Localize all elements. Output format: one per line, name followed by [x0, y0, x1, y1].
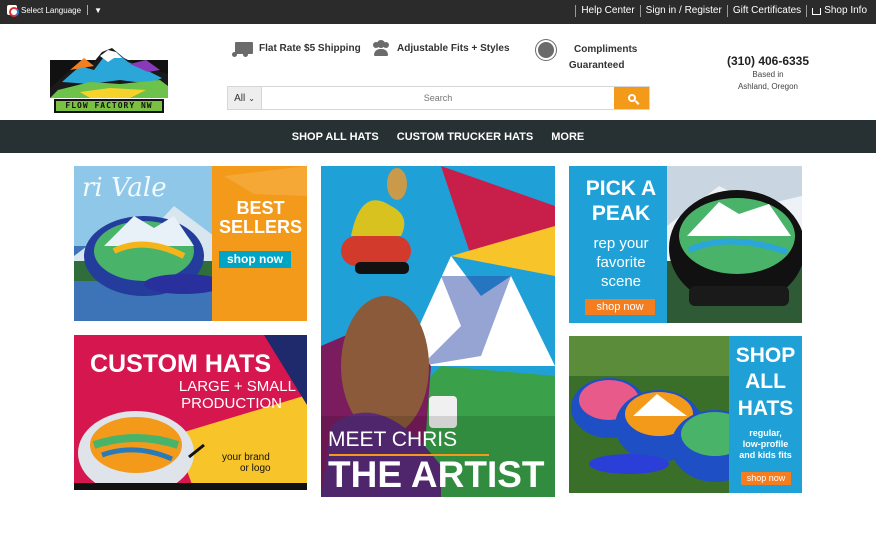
- custom-hats-banner[interactable]: CUSTOM HATS LARGE + SMALL PRODUCTION you…: [74, 335, 307, 490]
- shop-all-sub1: regular,: [749, 428, 782, 438]
- shop-all-hats-banner[interactable]: SHOP ALL HATS regular, low-profile and k…: [569, 336, 802, 493]
- chevron-down-icon: ⌄: [248, 93, 255, 103]
- pick-a-peak-line1: PICK A: [585, 177, 657, 200]
- meet-chris-line2: THE ARTIST: [328, 454, 545, 495]
- best-sellers-banner[interactable]: ri Vale BEST SELLERS shop now: [74, 166, 307, 321]
- best-sellers-shop-button[interactable]: shop now: [219, 251, 291, 268]
- main-nav: SHOP ALL HATS CUSTOM TRUCKER HATS MORE: [0, 120, 876, 153]
- chevron-down-icon: ▼: [94, 5, 102, 15]
- pick-a-peak-sub2: favorite: [596, 254, 646, 271]
- sign-in-link[interactable]: Sign in / Register: [639, 5, 727, 17]
- site-logo[interactable]: FLOW FACTORY NW: [50, 44, 168, 121]
- location-line-2: Ashland, Oregon: [737, 82, 799, 91]
- nav-item-custom-trucker-hats[interactable]: CUSTOM TRUCKER HATS: [397, 131, 533, 143]
- custom-hats-sub1: LARGE + SMALL: [178, 378, 296, 395]
- best-sellers-line2: SELLERS: [218, 217, 302, 237]
- best-sellers-line1: BEST: [236, 198, 285, 218]
- location-line-1: Based in: [752, 70, 784, 79]
- google-translate-icon: [7, 5, 19, 17]
- custom-hats-note1: your brand: [222, 452, 270, 463]
- feature-compliments: Compliments Guaranteed: [538, 42, 637, 74]
- nav-item-more[interactable]: MORE: [551, 131, 584, 143]
- search-input[interactable]: [262, 87, 614, 109]
- hat-lake-photo: ri Vale: [74, 166, 307, 321]
- pick-a-peak-shop-button[interactable]: shop now: [585, 299, 655, 315]
- badge-icon: [538, 42, 554, 58]
- meet-chris-line1: MEET CHRIS: [328, 428, 458, 451]
- shop-all-sub2: low-profile: [742, 439, 789, 449]
- shop-all-shop-button[interactable]: shop now: [741, 472, 791, 485]
- shop-all-line3: HATS: [737, 397, 794, 420]
- logo-mountain-image: [50, 48, 168, 98]
- contact-info: (310) 406-6335 Based in Ashland, Oregon: [720, 54, 816, 93]
- shop-all-sub3: and kids fits: [739, 450, 792, 460]
- custom-hats-sub2: PRODUCTION: [181, 395, 282, 412]
- custom-hats-title: CUSTOM HATS: [90, 350, 272, 378]
- shop-all-line1: SHOP: [735, 344, 796, 367]
- site-header: FLOW FACTORY NW Flat Rate $5 Shipping Ad…: [0, 24, 876, 120]
- search-bar: All ⌄: [227, 86, 650, 110]
- shop-info-link[interactable]: Shop Info: [806, 5, 872, 17]
- pick-a-peak-banner[interactable]: PICK A PEAK rep your favorite scene shop…: [569, 166, 802, 323]
- pick-a-peak-sub1: rep your: [593, 235, 649, 252]
- shop-all-line2: ALL: [745, 370, 786, 393]
- help-center-link[interactable]: Help Center: [575, 5, 639, 17]
- top-utility-bar: Select Language ▼ Help Center Sign in / …: [0, 0, 876, 24]
- logo-text: FLOW FACTORY NW: [54, 99, 164, 113]
- pick-a-peak-line2: PEAK: [591, 202, 651, 225]
- users-icon: [371, 40, 391, 56]
- pick-a-peak-sub3: scene: [600, 273, 642, 290]
- feature-shipping: Flat Rate $5 Shipping: [232, 42, 361, 57]
- svg-text:ri Vale: ri Vale: [82, 173, 167, 203]
- nav-item-shop-all-hats[interactable]: SHOP ALL HATS: [292, 131, 379, 143]
- truck-icon: [232, 42, 253, 57]
- language-selector[interactable]: Select Language ▼: [7, 5, 102, 17]
- phone-number[interactable]: (310) 406-6335: [720, 54, 816, 68]
- feature-fits: Adjustable Fits + Styles: [371, 40, 510, 56]
- language-label: Select Language: [21, 5, 82, 15]
- cart-icon: [812, 7, 822, 15]
- top-links: Help Center Sign in / Register Gift Cert…: [575, 5, 872, 17]
- search-button[interactable]: [614, 87, 649, 109]
- search-category-select[interactable]: All ⌄: [228, 87, 262, 109]
- meet-the-artist-banner[interactable]: MEET CHRIS THE ARTIST: [321, 166, 555, 497]
- custom-hats-note2: or logo: [240, 463, 271, 474]
- gift-certificates-link[interactable]: Gift Certificates: [726, 5, 806, 17]
- search-icon: [627, 94, 636, 102]
